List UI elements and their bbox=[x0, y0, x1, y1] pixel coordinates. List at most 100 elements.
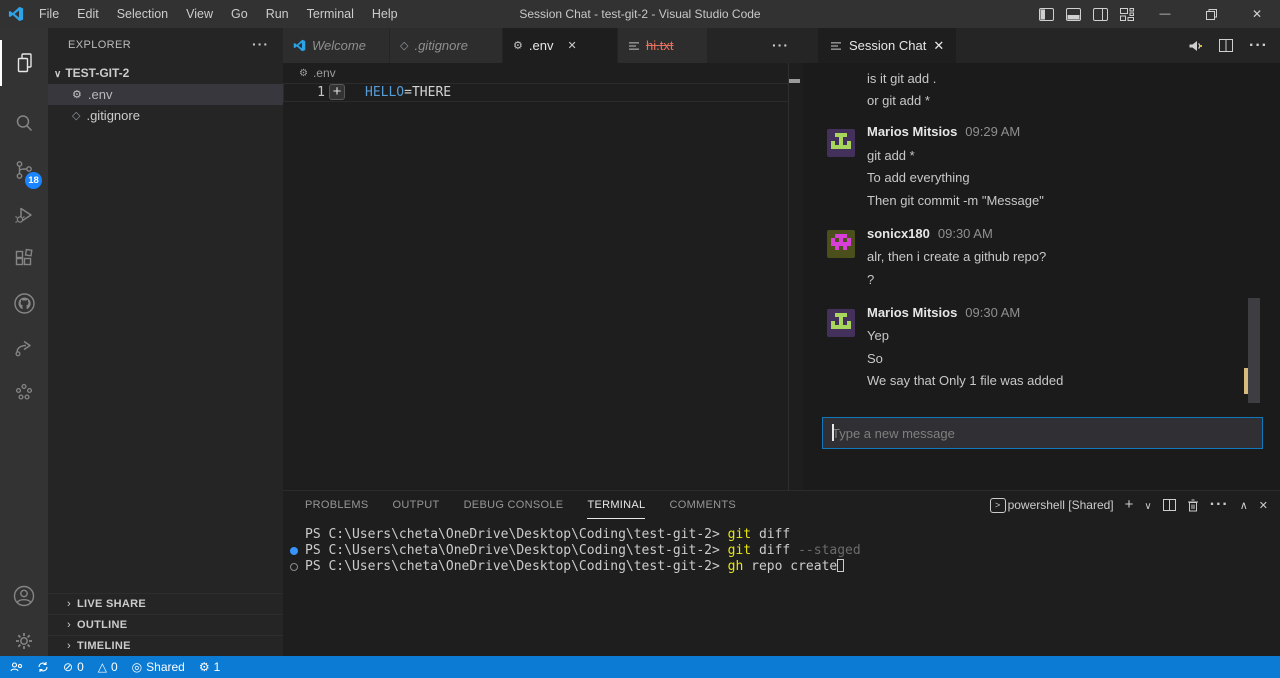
file-row-env[interactable]: .env bbox=[48, 84, 283, 105]
explorer-more-icon[interactable] bbox=[252, 36, 269, 52]
menu-file[interactable]: File bbox=[30, 0, 68, 28]
shared-status[interactable]: ◎Shared bbox=[132, 660, 185, 674]
chat-tab-bar: Session Chat bbox=[803, 28, 1280, 63]
terminal-icon: > bbox=[990, 498, 1006, 513]
section-outline[interactable]: OUTLINE bbox=[48, 614, 283, 635]
scm-badge: 18 bbox=[25, 172, 42, 189]
dots-cluster-icon[interactable] bbox=[0, 370, 48, 416]
panel-tab-bar: PROBLEMS OUTPUT DEBUG CONSOLE TERMINAL C… bbox=[305, 491, 736, 519]
tab-comments[interactable]: COMMENTS bbox=[669, 491, 736, 519]
terminal-dropdown-icon[interactable] bbox=[1144, 496, 1151, 514]
env-file-icon bbox=[299, 68, 308, 79]
run-debug-icon[interactable] bbox=[0, 192, 48, 238]
plus-icon bbox=[333, 85, 342, 99]
toggle-panel-icon[interactable] bbox=[1066, 8, 1081, 21]
chat-message-line: So bbox=[867, 351, 883, 366]
chat-message-line: To add everything bbox=[867, 170, 970, 185]
chat-message-line: Then git commit -m "Message" bbox=[867, 193, 1044, 208]
tab-gitignore[interactable]: .gitignore bbox=[390, 28, 503, 63]
explorer-header: EXPLORER bbox=[68, 39, 131, 51]
avatar bbox=[827, 230, 855, 258]
explorer-icon[interactable] bbox=[0, 40, 48, 86]
restore-button[interactable] bbox=[1188, 0, 1234, 28]
editor-more-actions-icon[interactable] bbox=[772, 28, 789, 63]
close-window-button[interactable] bbox=[1234, 0, 1280, 28]
gitignore-file-icon bbox=[400, 39, 408, 52]
editor-scrollbar[interactable] bbox=[788, 63, 789, 490]
panel-more-actions-icon[interactable] bbox=[1210, 496, 1229, 514]
title-bar: File Edit Selection View Go Run Terminal… bbox=[0, 0, 1280, 28]
add-comment-button[interactable] bbox=[329, 84, 345, 100]
avatar bbox=[827, 309, 855, 337]
account-icon[interactable] bbox=[0, 573, 48, 619]
chat-message-line: We say that Only 1 file was added bbox=[867, 373, 1063, 388]
chat-message-header: Marios Mitsios09:30 AM bbox=[867, 305, 1020, 320]
maximize-panel-icon[interactable] bbox=[1240, 496, 1248, 514]
menu-run[interactable]: Run bbox=[257, 0, 298, 28]
live-share-status[interactable] bbox=[10, 661, 23, 674]
chat-message-input[interactable] bbox=[822, 417, 1263, 449]
tab-problems[interactable]: PROBLEMS bbox=[305, 491, 369, 519]
error-count[interactable]: ⊘0 bbox=[63, 660, 84, 674]
current-line-highlight bbox=[283, 83, 789, 102]
tab-terminal[interactable]: TERMINAL bbox=[587, 491, 645, 519]
speaker-icon[interactable] bbox=[1188, 39, 1203, 53]
split-terminal-icon[interactable] bbox=[1163, 499, 1176, 511]
warning-count[interactable]: △0 bbox=[98, 660, 118, 674]
code-line[interactable]: HELLO=THERE bbox=[365, 85, 451, 100]
extensions-icon[interactable] bbox=[0, 236, 48, 282]
close-panel-icon[interactable] bbox=[1259, 499, 1268, 512]
terminal-line[interactable]: PS C:\Users\cheta\OneDrive\Desktop\Codin… bbox=[305, 559, 844, 574]
menu-edit[interactable]: Edit bbox=[68, 0, 108, 28]
env-file-icon bbox=[72, 88, 82, 101]
file-row-gitignore[interactable]: .gitignore bbox=[48, 105, 283, 126]
customize-layout-icon[interactable] bbox=[1120, 8, 1134, 21]
chat-more-actions-icon[interactable] bbox=[1249, 37, 1268, 55]
close-tab-icon[interactable] bbox=[567, 39, 576, 52]
chat-message-header: sonicx18009:30 AM bbox=[867, 226, 993, 241]
terminal-cursor bbox=[837, 559, 844, 572]
broadcast-icon: ◎ bbox=[132, 660, 142, 674]
chat-message-line: is it git add . bbox=[867, 71, 936, 86]
menu-view[interactable]: View bbox=[177, 0, 222, 28]
source-control-icon[interactable]: 18 bbox=[0, 147, 48, 193]
toggle-sidebar-icon[interactable] bbox=[1039, 8, 1054, 21]
avatar bbox=[827, 129, 855, 157]
tree-root-test-git-2[interactable]: TEST-GIT-2 bbox=[48, 62, 283, 84]
chevron-right-icon bbox=[67, 619, 71, 631]
tab-output[interactable]: OUTPUT bbox=[393, 491, 440, 519]
vscode-logo-icon bbox=[293, 39, 306, 52]
participants-count[interactable]: ⚙1 bbox=[199, 660, 220, 674]
menu-selection[interactable]: Selection bbox=[108, 0, 177, 28]
kill-terminal-icon[interactable] bbox=[1187, 499, 1199, 512]
chevron-right-icon bbox=[67, 598, 71, 610]
tab-env[interactable]: .env bbox=[503, 28, 618, 63]
tab-debug-console[interactable]: DEBUG CONSOLE bbox=[464, 491, 564, 519]
minimize-button[interactable] bbox=[1142, 0, 1188, 28]
search-icon[interactable] bbox=[0, 100, 48, 146]
section-live-share[interactable]: LIVE SHARE bbox=[48, 593, 283, 614]
chat-scrollbar[interactable] bbox=[1248, 298, 1260, 403]
chat-message-header: Marios Mitsios09:29 AM bbox=[867, 124, 1020, 139]
close-tab-icon[interactable] bbox=[933, 38, 944, 54]
sync-status[interactable] bbox=[37, 661, 49, 673]
terminal-line: PS C:\Users\cheta\OneDrive\Desktop\Codin… bbox=[305, 543, 861, 558]
tab-session-chat[interactable]: Session Chat bbox=[818, 28, 956, 63]
split-editor-icon[interactable] bbox=[1219, 39, 1233, 52]
section-timeline[interactable]: TIMELINE bbox=[48, 635, 283, 656]
live-share-icon[interactable] bbox=[0, 325, 48, 371]
shell-selector[interactable]: > powershell [Shared] bbox=[990, 498, 1114, 513]
editor-group: Welcome .gitignore .env hi.txt .env 1 HE… bbox=[283, 28, 803, 490]
line-number: 1 bbox=[311, 85, 325, 100]
command-marker-icon[interactable] bbox=[290, 547, 298, 555]
breadcrumb[interactable]: .env bbox=[299, 63, 336, 83]
tab-welcome[interactable]: Welcome bbox=[283, 28, 390, 63]
github-icon[interactable] bbox=[0, 280, 48, 326]
toggle-secondary-sidebar-icon[interactable] bbox=[1093, 8, 1108, 21]
command-marker-icon[interactable] bbox=[290, 563, 298, 571]
bottom-panel: PROBLEMS OUTPUT DEBUG CONSOLE TERMINAL C… bbox=[283, 490, 1280, 656]
new-terminal-icon[interactable] bbox=[1125, 496, 1134, 514]
menu-go[interactable]: Go bbox=[222, 0, 257, 28]
chevron-right-icon bbox=[67, 640, 71, 652]
tab-hi-txt[interactable]: hi.txt bbox=[618, 28, 708, 63]
